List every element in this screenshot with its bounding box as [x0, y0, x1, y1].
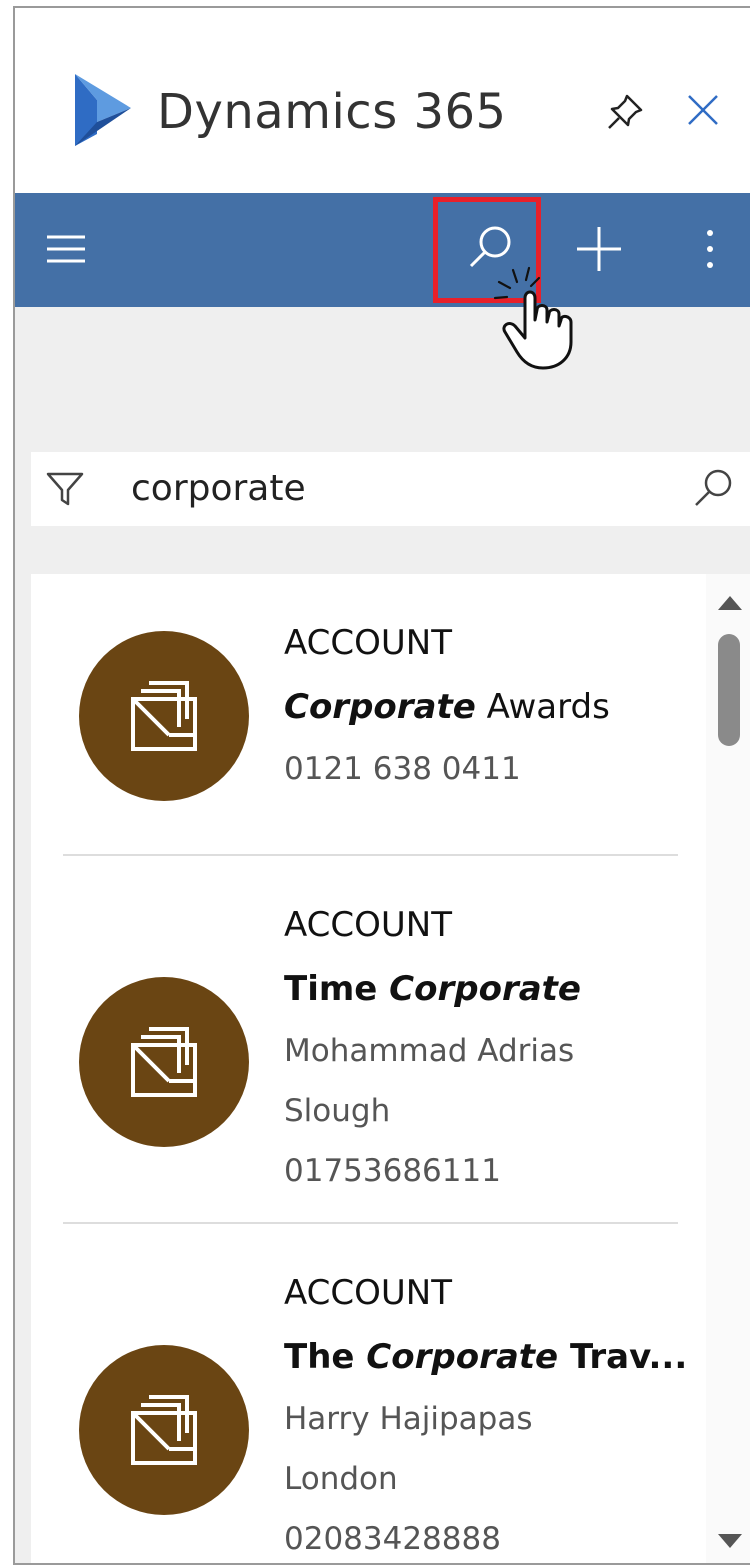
name-text: Time	[284, 969, 390, 1009]
record-type-label: ACCOUNT	[284, 1273, 452, 1313]
result-item[interactable]: ACCOUNT The Corporate Trav... Harry Hajipa…	[31, 1224, 706, 1563]
scrollbar[interactable]	[706, 574, 750, 1563]
app-title: Dynamics 365	[157, 84, 507, 140]
account-avatar	[79, 631, 249, 801]
account-icon	[131, 681, 197, 751]
search-input[interactable]: corporate	[131, 468, 306, 509]
name-text: Trav...	[558, 1337, 688, 1377]
result-text: ACCOUNT Corporate Awards 0121 638 0411	[284, 626, 610, 814]
record-detail: Harry Hajipapas	[284, 1401, 533, 1437]
record-type-label: ACCOUNT	[284, 905, 452, 945]
account-avatar	[79, 977, 249, 1147]
result-items: ACCOUNT Corporate Awards 0121 638 0411 ACCO…	[31, 574, 706, 1563]
result-item[interactable]: ACCOUNT Time Corporate Mohammad Adrias Slou…	[31, 856, 706, 1224]
search-icon[interactable]	[691, 466, 735, 510]
result-text: ACCOUNT Time Corporate Mohammad Adrias Slou…	[284, 908, 581, 1216]
results-list: ACCOUNT Corporate Awards 0121 638 0411 ACCO…	[31, 574, 750, 1563]
dynamics-logo	[75, 74, 131, 146]
account-icon	[131, 1027, 197, 1097]
record-type-label: ACCOUNT	[284, 623, 452, 663]
hamburger-icon[interactable]	[45, 229, 89, 269]
record-detail: 0121 638 0411	[284, 751, 521, 787]
scroll-down-arrow-icon[interactable]	[718, 1534, 742, 1548]
record-detail: London	[284, 1461, 398, 1497]
hand-pointer-cursor-icon	[493, 266, 573, 370]
more-vertical-icon[interactable]	[695, 223, 725, 275]
app-header: Dynamics 365	[15, 8, 750, 193]
close-icon[interactable]	[683, 90, 723, 130]
account-avatar	[79, 1345, 249, 1515]
record-name[interactable]: Time Corporate	[284, 972, 581, 1006]
pin-icon[interactable]	[603, 90, 647, 134]
command-bar	[15, 193, 750, 307]
filter-icon[interactable]	[45, 470, 85, 508]
search-bar: corporate	[31, 452, 750, 526]
scroll-up-arrow-icon[interactable]	[718, 596, 742, 610]
name-text: The	[284, 1337, 367, 1377]
scroll-thumb[interactable]	[718, 634, 740, 746]
record-detail: Mohammad Adrias	[284, 1033, 575, 1069]
record-detail: 02083428888	[284, 1521, 501, 1557]
record-detail: Slough	[284, 1093, 391, 1129]
matched-text: Corporate	[389, 969, 581, 1009]
matched-text: Corporate	[284, 687, 476, 727]
record-name[interactable]: Corporate Awards	[284, 690, 610, 724]
account-icon	[131, 1395, 197, 1465]
app-window: Dynamics 365 corporate ACCOUNT Corporate…	[13, 6, 750, 1565]
name-text: Awards	[475, 687, 610, 727]
record-detail: 01753686111	[284, 1153, 501, 1189]
record-name[interactable]: The Corporate Trav...	[284, 1340, 687, 1374]
result-item[interactable]: ACCOUNT Corporate Awards 0121 638 0411	[31, 574, 706, 856]
matched-text: Corporate	[366, 1337, 559, 1377]
result-text: ACCOUNT The Corporate Trav... Harry Hajipa…	[284, 1273, 687, 1563]
